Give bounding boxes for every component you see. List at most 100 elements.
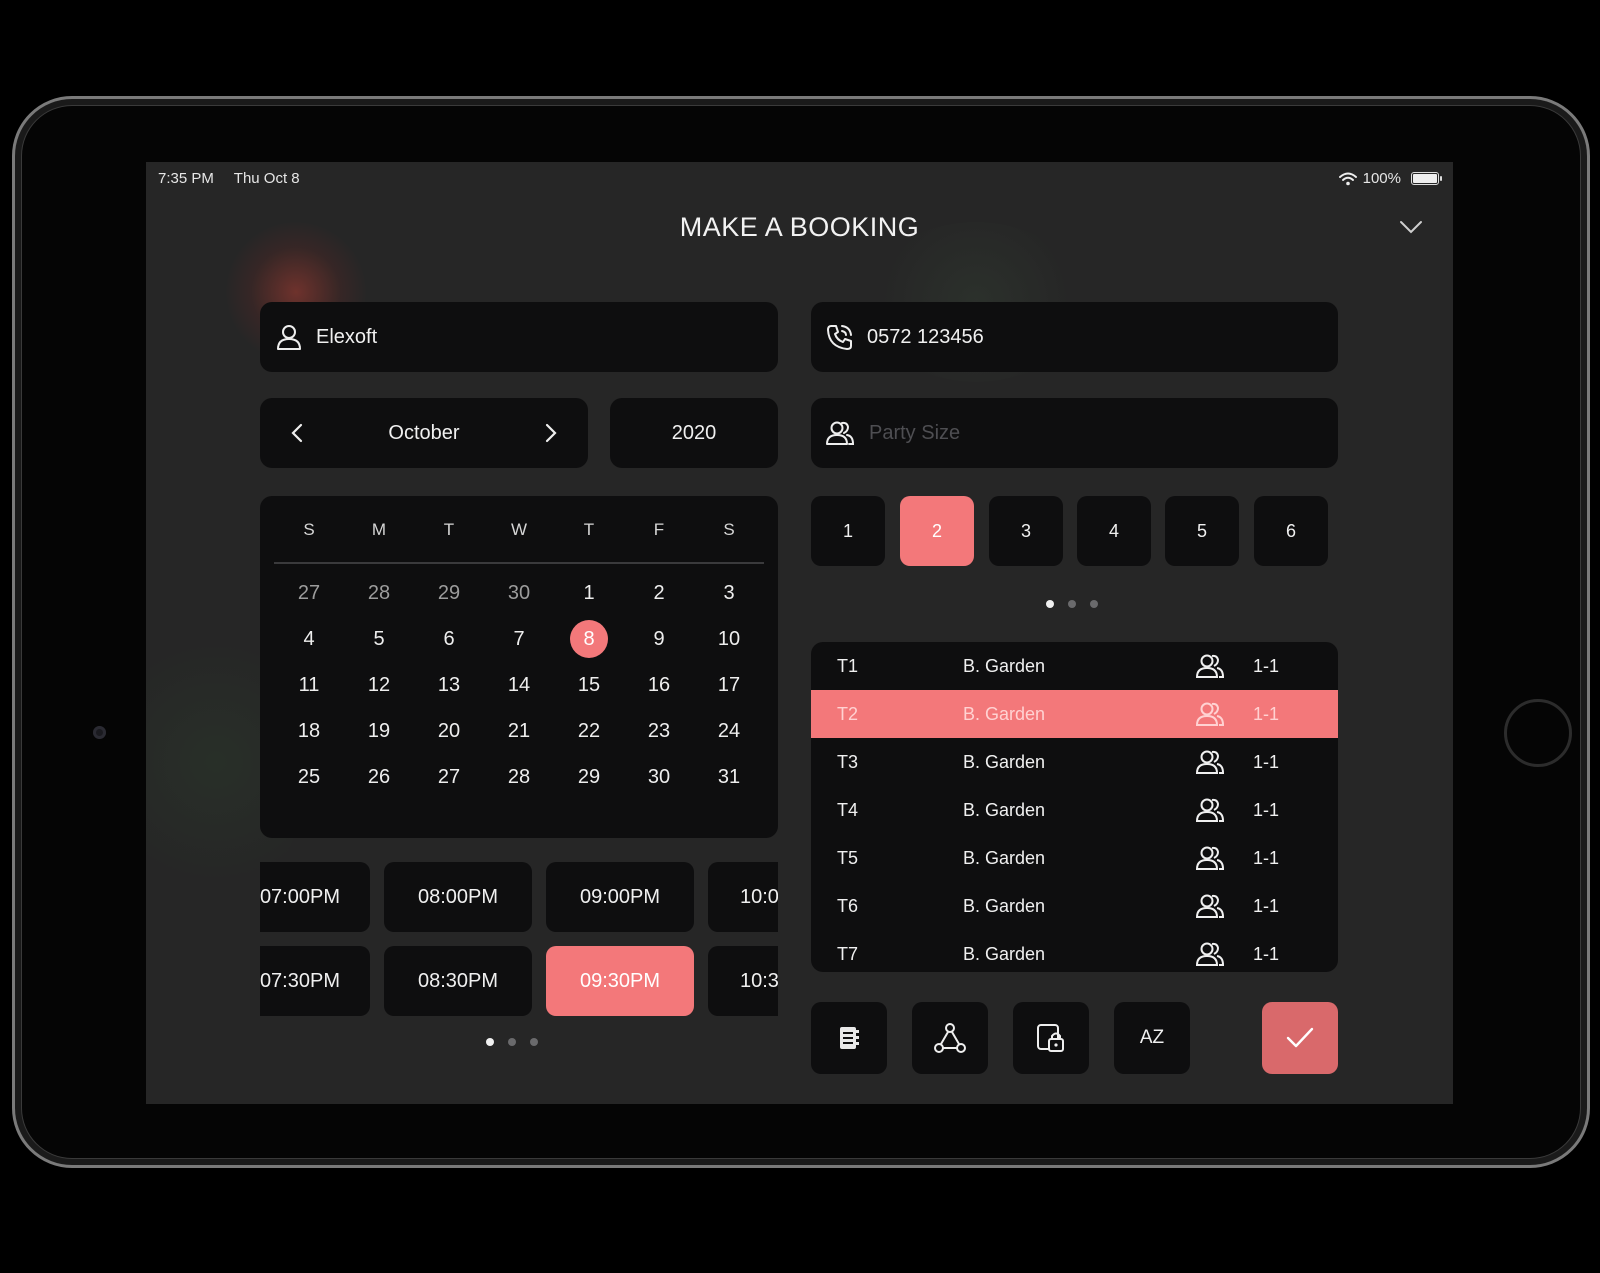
calendar-day[interactable]: 16 <box>624 662 694 708</box>
calendar-day[interactable]: 27 <box>274 570 344 616</box>
calendar-day[interactable]: 2 <box>624 570 694 616</box>
month-label: October <box>388 421 460 444</box>
calendar-day[interactable]: 30 <box>624 754 694 800</box>
calendar-day[interactable]: 28 <box>344 570 414 616</box>
table-row[interactable]: T7 B. Garden 1-1 <box>811 930 1338 972</box>
table-seats: 1-1 <box>1253 655 1280 676</box>
calendar-day[interactable]: 3 <box>694 570 764 616</box>
time-slot[interactable]: 08:30PM <box>384 946 532 1016</box>
calendar-divider <box>274 562 764 564</box>
table-seats: 1-1 <box>1253 895 1280 916</box>
lock-button[interactable] <box>1013 1002 1089 1074</box>
calendar-day[interactable]: 27 <box>414 754 484 800</box>
sort-az-button[interactable]: AZ <box>1114 1002 1190 1074</box>
calendar-day[interactable]: 18 <box>274 708 344 754</box>
calendar-day[interactable]: 19 <box>344 708 414 754</box>
party-size-input[interactable] <box>867 420 1251 446</box>
party-size-option[interactable]: 1 <box>811 496 885 566</box>
calendar-day[interactable]: 21 <box>484 708 554 754</box>
party-page-indicator[interactable] <box>1046 600 1098 608</box>
calendar-day[interactable]: 26 <box>344 754 414 800</box>
table-area: B. Garden <box>963 703 1046 724</box>
calendar-days: 27 28 29 30 1 2 3 4 5 6 7 8 9 10 11 12 1… <box>274 570 764 800</box>
calendar-day[interactable]: 11 <box>274 662 344 708</box>
calendar-day[interactable]: 28 <box>484 754 554 800</box>
party-size-option[interactable]: 3 <box>989 496 1063 566</box>
calendar-weekdays: S M T W T F S <box>274 520 764 540</box>
time-slot-selected[interactable]: 09:30PM <box>546 946 694 1016</box>
group-icon <box>1195 750 1225 774</box>
notes-button[interactable] <box>811 1002 887 1074</box>
calendar-day[interactable]: 13 <box>414 662 484 708</box>
calendar-day[interactable]: 7 <box>484 616 554 662</box>
prev-month-button[interactable] <box>284 420 310 446</box>
time-page-indicator[interactable] <box>486 1038 538 1046</box>
confirm-button[interactable] <box>1262 1002 1338 1074</box>
person-icon <box>277 325 301 350</box>
party-size-option-selected[interactable]: 2 <box>900 496 974 566</box>
share-button[interactable] <box>912 1002 988 1074</box>
name-field[interactable]: Elexoft <box>260 302 778 372</box>
calendar-day[interactable]: 22 <box>554 708 624 754</box>
table-row[interactable]: T6 B. Garden 1-1 <box>811 882 1338 930</box>
next-month-button[interactable] <box>538 420 564 446</box>
weekday-label: S <box>303 520 315 539</box>
party-size-option[interactable]: 6 <box>1254 496 1328 566</box>
calendar-day[interactable]: 4 <box>274 616 344 662</box>
table-id: T2 <box>837 703 859 724</box>
table-row[interactable]: T4 B. Garden 1-1 <box>811 786 1338 834</box>
month-selector: October <box>260 398 588 468</box>
wifi-icon <box>1338 172 1357 185</box>
time-slot[interactable]: 10:00PM <box>708 862 778 932</box>
calendar-day[interactable]: 30 <box>484 570 554 616</box>
battery-icon <box>1411 172 1442 185</box>
calendar-day[interactable]: 15 <box>554 662 624 708</box>
time-slot[interactable]: 10:30PM <box>708 946 778 1016</box>
group-icon <box>1195 942 1225 966</box>
calendar-day[interactable]: 1 <box>554 570 624 616</box>
chevron-down-icon[interactable] <box>1399 220 1423 234</box>
year-selector[interactable]: 2020 <box>610 398 778 468</box>
table-id: T1 <box>837 655 859 676</box>
calendar-day[interactable]: 17 <box>694 662 764 708</box>
calendar-day[interactable]: 10 <box>694 616 764 662</box>
calendar-day[interactable]: 6 <box>414 616 484 662</box>
home-button[interactable] <box>1504 699 1572 767</box>
table-row[interactable]: T3 B. Garden 1-1 <box>811 738 1338 786</box>
checkmark-icon <box>1286 1027 1314 1048</box>
table-row[interactable]: T1 B. Garden 1-1 <box>811 642 1338 690</box>
calendar-day[interactable]: 29 <box>554 754 624 800</box>
table-area: B. Garden <box>963 655 1046 676</box>
status-date: Thu Oct 8 <box>233 170 300 187</box>
calendar-day[interactable]: 25 <box>274 754 344 800</box>
calendar-day[interactable]: 29 <box>414 570 484 616</box>
party-size-option[interactable]: 5 <box>1165 496 1239 566</box>
party-size-field[interactable] <box>811 398 1338 468</box>
calendar-day[interactable]: 12 <box>344 662 414 708</box>
table-row-selected[interactable]: T2 B. Garden 1-1 <box>811 690 1338 738</box>
calendar-day[interactable]: 31 <box>694 754 764 800</box>
time-slot[interactable]: 09:00PM <box>546 862 694 932</box>
calendar-day-selected[interactable]: 8 <box>554 616 624 662</box>
weekday-label: F <box>653 520 665 539</box>
calendar-day[interactable]: 14 <box>484 662 554 708</box>
table-id: T7 <box>837 943 859 964</box>
time-slot[interactable]: 08:00PM <box>384 862 532 932</box>
calendar-day[interactable]: 20 <box>414 708 484 754</box>
weekday-label: S <box>723 520 735 539</box>
notes-icon <box>840 1027 859 1049</box>
table-row[interactable]: T5 B. Garden 1-1 <box>811 834 1338 882</box>
calendar-day[interactable]: 9 <box>624 616 694 662</box>
calendar-day[interactable]: 23 <box>624 708 694 754</box>
screen: 7:35 PM Thu Oct 8 100% MAKE A BOOKING El… <box>146 162 1453 1104</box>
battery-percent: 100% <box>1362 170 1401 187</box>
time-slots: 07:00PM 08:00PM 09:00PM 10:00PM 07:30PM … <box>260 862 778 1028</box>
phone-field[interactable]: 0572 123456 <box>811 302 1338 372</box>
status-bar-right: 100% <box>1338 170 1442 187</box>
calendar-day[interactable]: 5 <box>344 616 414 662</box>
calendar-day[interactable]: 24 <box>694 708 764 754</box>
time-slot[interactable]: 07:30PM <box>260 946 370 1016</box>
time-slot[interactable]: 07:00PM <box>260 862 370 932</box>
camera-icon <box>93 726 106 739</box>
party-size-option[interactable]: 4 <box>1077 496 1151 566</box>
